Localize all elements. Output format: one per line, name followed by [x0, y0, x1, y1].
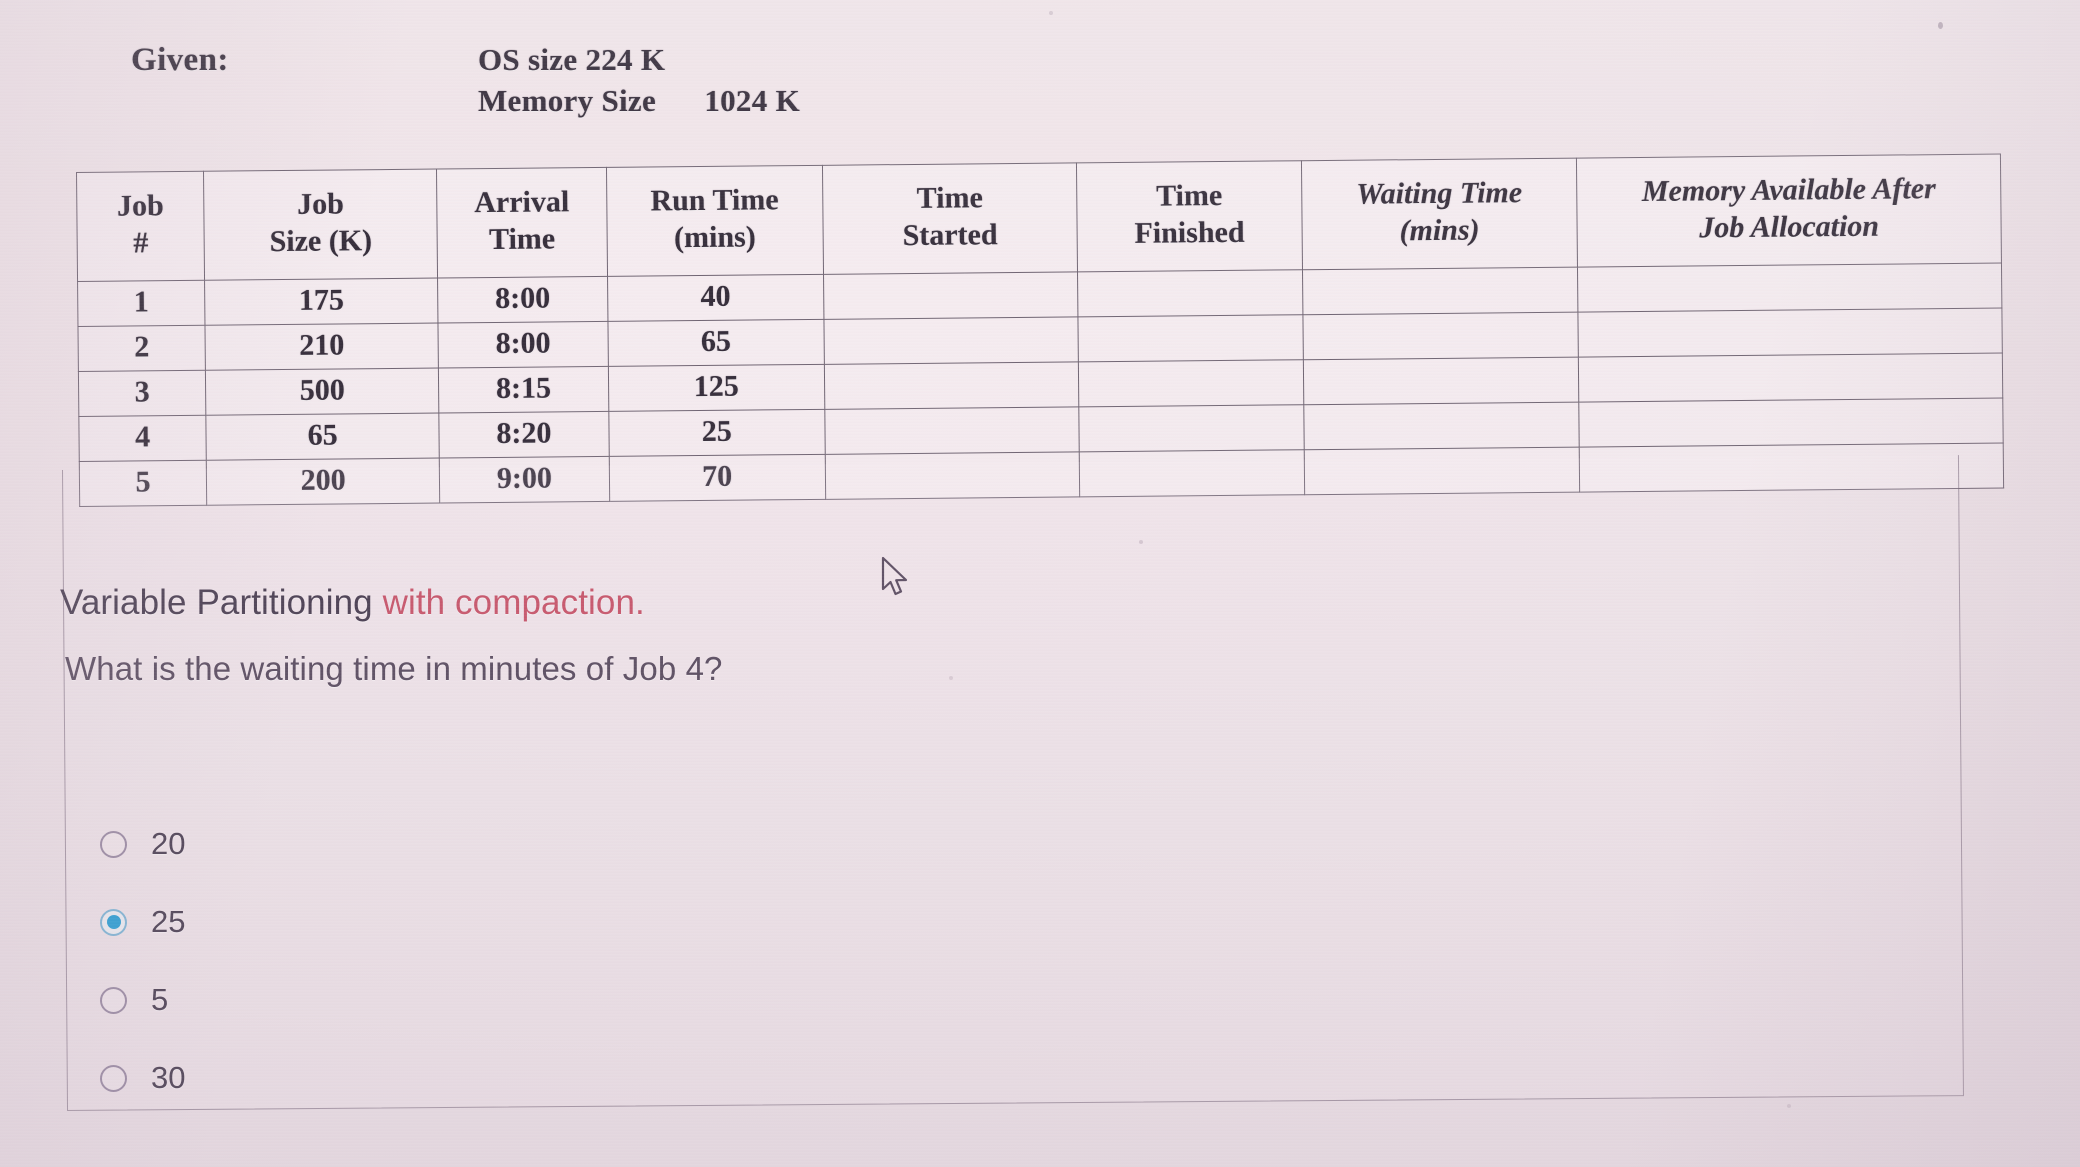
cell-waiting-time [1303, 357, 1579, 405]
cell-job-number: 1 [77, 280, 206, 327]
option-label-1: 20 [151, 826, 186, 861]
option-row-1[interactable]: 20 [100, 805, 1000, 883]
option-label-2: 25 [151, 904, 186, 939]
cell-time-started [823, 316, 1079, 365]
statement-accent: with compaction. [382, 583, 645, 622]
column-header-time-started: Time Started [822, 162, 1078, 275]
cell-time-finished [1078, 314, 1304, 362]
question-text: What is the waiting time in minutes of J… [65, 650, 723, 687]
cell-memory-available [1578, 398, 2004, 448]
cell-time-finished [1078, 359, 1304, 407]
column-header-waiting-time: Waiting Time (mins) [1301, 158, 1578, 270]
given-label: Given: [131, 42, 229, 78]
cell-time-started [824, 361, 1079, 410]
cell-time-finished [1077, 269, 1303, 317]
column-header-job-size: Job Size (K) [203, 169, 438, 281]
cell-job-number: 3 [78, 370, 206, 417]
header-line-2: Time [488, 222, 556, 257]
cell-job-size: 65 [205, 413, 440, 461]
cell-job-size: 210 [205, 323, 439, 371]
column-header-time-finished: Time Finished [1076, 160, 1303, 272]
column-header-job-number: Job # [76, 171, 205, 282]
jobs-table: Job # Job Size (K) Arrival Time Run Time… [76, 153, 2005, 507]
cell-run-time: 125 [608, 364, 825, 412]
radio-button-option-4[interactable] [100, 1064, 127, 1092]
screen-speck [1049, 11, 1053, 15]
jobs-table-container: Job # Job Size (K) Arrival Time Run Time… [76, 153, 2005, 507]
statement-prefix: Variable Partitioning [60, 583, 383, 622]
cell-arrival-time: 8:20 [439, 411, 609, 459]
cell-job-number: 2 [77, 325, 206, 372]
cell-waiting-time [1302, 312, 1579, 360]
cell-arrival-time: 8:00 [438, 321, 609, 369]
option-row-3[interactable]: 5 [100, 961, 1000, 1039]
cell-memory-available [1578, 353, 2003, 403]
table-header-row: Job # Job Size (K) Arrival Time Run Time… [76, 154, 2002, 282]
option-row-2[interactable]: 25 [100, 883, 1000, 961]
header-line-1: Waiting Time [1356, 176, 1523, 212]
cell-job-number: 4 [78, 415, 207, 462]
header-line-1: Run Time [650, 183, 779, 218]
cell-arrival-time: 8:00 [437, 276, 608, 324]
screen-speck [949, 676, 953, 680]
header-line-2: # [133, 226, 149, 260]
cell-run-time: 40 [607, 274, 824, 322]
memory-size-text: Memory Size 1024 K [478, 83, 800, 118]
cell-memory-available [1577, 263, 2002, 313]
header-line-2: (mins) [1399, 213, 1480, 248]
cell-run-time: 65 [607, 319, 825, 367]
partitioning-statement: Variable Partitioning with compaction. [60, 583, 645, 623]
screenshot-root: Given: OS size 224 K Memory Size 1024 K … [0, 0, 2080, 1167]
header-line-1: Arrival [474, 185, 570, 220]
radio-button-option-2[interactable] [100, 908, 127, 936]
header-line-1: Time [916, 181, 983, 216]
header-line-1: Job [116, 189, 164, 224]
column-header-arrival-time: Arrival Time [436, 167, 608, 279]
screen-speck [1139, 540, 1143, 544]
option-label-4: 30 [151, 1060, 186, 1095]
option-row-4[interactable]: 30 [100, 1039, 1000, 1117]
header-line-1: Memory Available After [1641, 172, 1936, 209]
cell-waiting-time [1302, 267, 1579, 315]
header-line-2: (mins) [673, 220, 756, 255]
screen-speck [1787, 1104, 1791, 1108]
cell-arrival-time: 8:15 [438, 366, 609, 414]
screen-speck [1938, 22, 1943, 29]
header-line-2: Job Allocation [1699, 209, 1880, 245]
cell-time-started [824, 406, 1080, 455]
cell-time-finished [1078, 404, 1304, 452]
cell-waiting-time [1303, 402, 1580, 450]
cell-job-size: 175 [204, 278, 439, 326]
cell-job-size: 500 [205, 368, 440, 416]
os-size-text: OS size 224 K [478, 42, 666, 77]
header-line-2: Started [902, 218, 998, 253]
header-line-2: Finished [1134, 215, 1245, 250]
radio-button-option-3[interactable] [100, 986, 127, 1014]
column-header-run-time: Run Time (mins) [606, 165, 824, 277]
header-line-2: Size (K) [269, 224, 373, 259]
answer-options-group[interactable]: 20 25 5 30 [100, 805, 1000, 1117]
header-line-1: Time [1155, 179, 1223, 214]
cell-memory-available [1578, 308, 2003, 358]
cell-run-time: 25 [608, 409, 826, 457]
column-header-memory-available: Memory Available After Job Allocation [1576, 154, 2002, 268]
option-label-3: 5 [151, 982, 169, 1017]
cell-time-started [823, 271, 1079, 320]
header-line-1: Job [296, 187, 344, 222]
radio-button-option-1[interactable] [100, 830, 127, 858]
